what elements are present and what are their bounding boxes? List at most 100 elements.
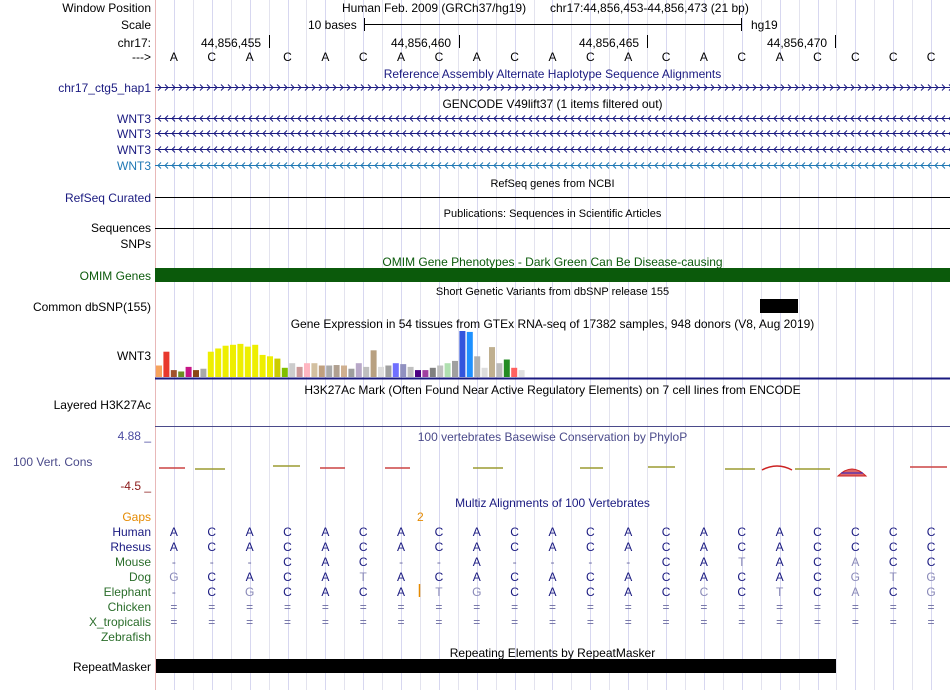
refseq-label[interactable]: RefSeq Curated (65, 191, 151, 205)
alignment-base: = (851, 615, 859, 629)
repeatmasker-feature (156, 659, 836, 673)
alignment-base: A (321, 555, 330, 569)
gtex-bar (489, 347, 495, 377)
base-letter: C (283, 50, 292, 64)
alignment-base: C (510, 570, 519, 584)
base-letter: C (737, 50, 747, 64)
species-label[interactable]: Mouse (115, 555, 151, 569)
alignment-base: C (358, 540, 368, 554)
coordinate-label: 44,856,455 (201, 36, 262, 50)
gencode-label-1[interactable]: WNT3 (117, 112, 151, 126)
alignment-base: C (926, 555, 936, 569)
alignment-base: A (321, 525, 330, 539)
dbsnp-title: Short Genetic Variants from dbSNP releas… (435, 286, 670, 298)
alignment-base: A (245, 525, 254, 539)
alignment-base: C (661, 585, 671, 599)
gencode-label-2[interactable]: WNT3 (117, 127, 151, 141)
gencode-label-3[interactable]: WNT3 (117, 143, 151, 157)
alignment-base: = (586, 600, 594, 614)
species-label[interactable]: Rhesus (110, 540, 151, 554)
alignment-base: A (245, 570, 254, 584)
gtex-bar (244, 346, 251, 377)
alignment-base: T (889, 570, 897, 584)
repeatmasker-title: Repeating Elements by RepeatMasker (449, 646, 656, 660)
gtex-bar (304, 363, 310, 377)
gtex-bar (481, 367, 488, 377)
omim-label[interactable]: OMIM Genes (80, 269, 151, 283)
base-letter: C (434, 50, 444, 64)
scale-label: Scale (120, 18, 151, 32)
alignment-base: = (548, 600, 556, 614)
alignment-base: A (548, 585, 557, 599)
gtex-bar (370, 350, 377, 377)
coordinate-label: 44,856,460 (391, 36, 452, 50)
alignment-base: A (472, 540, 481, 554)
alignment-base: = (813, 600, 821, 614)
base-letter: A (397, 50, 406, 64)
repeatmasker-label[interactable]: RepeatMasker (73, 660, 151, 674)
alignment-base: A (245, 540, 254, 554)
base-letter: C (586, 50, 595, 64)
alignment-base: C (586, 585, 595, 599)
gtex-bar (415, 370, 421, 377)
alignment-base: A (321, 570, 330, 584)
gtex-bar (466, 331, 473, 377)
dbsnp-label[interactable]: Common dbSNP(155) (33, 300, 151, 314)
species-label[interactable]: X_tropicalis (89, 615, 151, 629)
base-letter: C (851, 50, 860, 64)
conservation-label[interactable]: 100 Vert. Cons (13, 455, 92, 469)
snps-label[interactable]: SNPs (120, 237, 151, 251)
alignment-base: C (358, 585, 368, 599)
species-label[interactable]: Chicken (108, 600, 151, 614)
alignment-base: C (926, 525, 936, 539)
alignment-base: C (358, 555, 368, 569)
alignment-base: = (511, 600, 519, 614)
gtex-bar (518, 370, 525, 377)
alignment-base: = (889, 615, 897, 629)
species-label[interactable]: Human (112, 525, 151, 539)
gtex-bar (311, 363, 318, 377)
sequences-label[interactable]: Sequences (91, 221, 151, 235)
alignment-base: G (169, 570, 179, 584)
window-position-label: Window Position (62, 1, 151, 15)
alignment-base: C (283, 525, 292, 539)
base-letter: A (169, 50, 178, 64)
alignment-base: = (208, 600, 216, 614)
browser-image[interactable]: Human Feb. 2009 (GRCh37/hg19) chr17:44,8… (155, 0, 950, 690)
gtex-bar (237, 343, 244, 377)
gtex-label[interactable]: WNT3 (117, 349, 151, 363)
h3k27ac-label[interactable]: Layered H3K27Ac (54, 398, 151, 412)
species-label[interactable]: Elephant (104, 585, 151, 599)
alignment-base: A (699, 525, 708, 539)
alignment-base: = (738, 600, 746, 614)
base-letter: A (472, 50, 481, 64)
gtex-bar (474, 356, 481, 377)
alignment-base: A (397, 570, 406, 584)
alignment-base: A (775, 540, 784, 554)
gtex-bar (207, 351, 214, 377)
alignment-base: G (926, 570, 936, 584)
gencode-label-4[interactable]: WNT3 (117, 159, 151, 173)
alignment-base: A (624, 540, 633, 554)
alignment-base: = (776, 600, 784, 614)
alignment-base: - (436, 555, 441, 569)
base-letter: C (926, 50, 936, 64)
alt-haplotype-label[interactable]: chr17_ctg5_hap1 (58, 81, 151, 95)
gtex-bar (333, 365, 340, 377)
gtex-bar (274, 358, 281, 377)
alignment-base: C (851, 540, 860, 554)
species-label[interactable]: Zebrafish (101, 630, 151, 644)
base-letter: A (699, 50, 708, 64)
gtex-bar (378, 366, 384, 377)
species-label[interactable]: Dog (129, 570, 151, 584)
alignment-base: C (207, 525, 217, 539)
alignment-base: C (207, 585, 217, 599)
omim-title: OMIM Gene Phenotypes - Dark Green Can Be… (382, 255, 723, 269)
alignment-base: A (397, 540, 406, 554)
alignment-base: G (850, 570, 861, 584)
alignment-base: = (624, 600, 632, 614)
alignment-base: = (283, 600, 291, 614)
alignment-base: C (283, 540, 292, 554)
alt-haplotype-title: Reference Assembly Alternate Haplotype S… (383, 67, 722, 81)
gtex-bar (267, 356, 273, 377)
